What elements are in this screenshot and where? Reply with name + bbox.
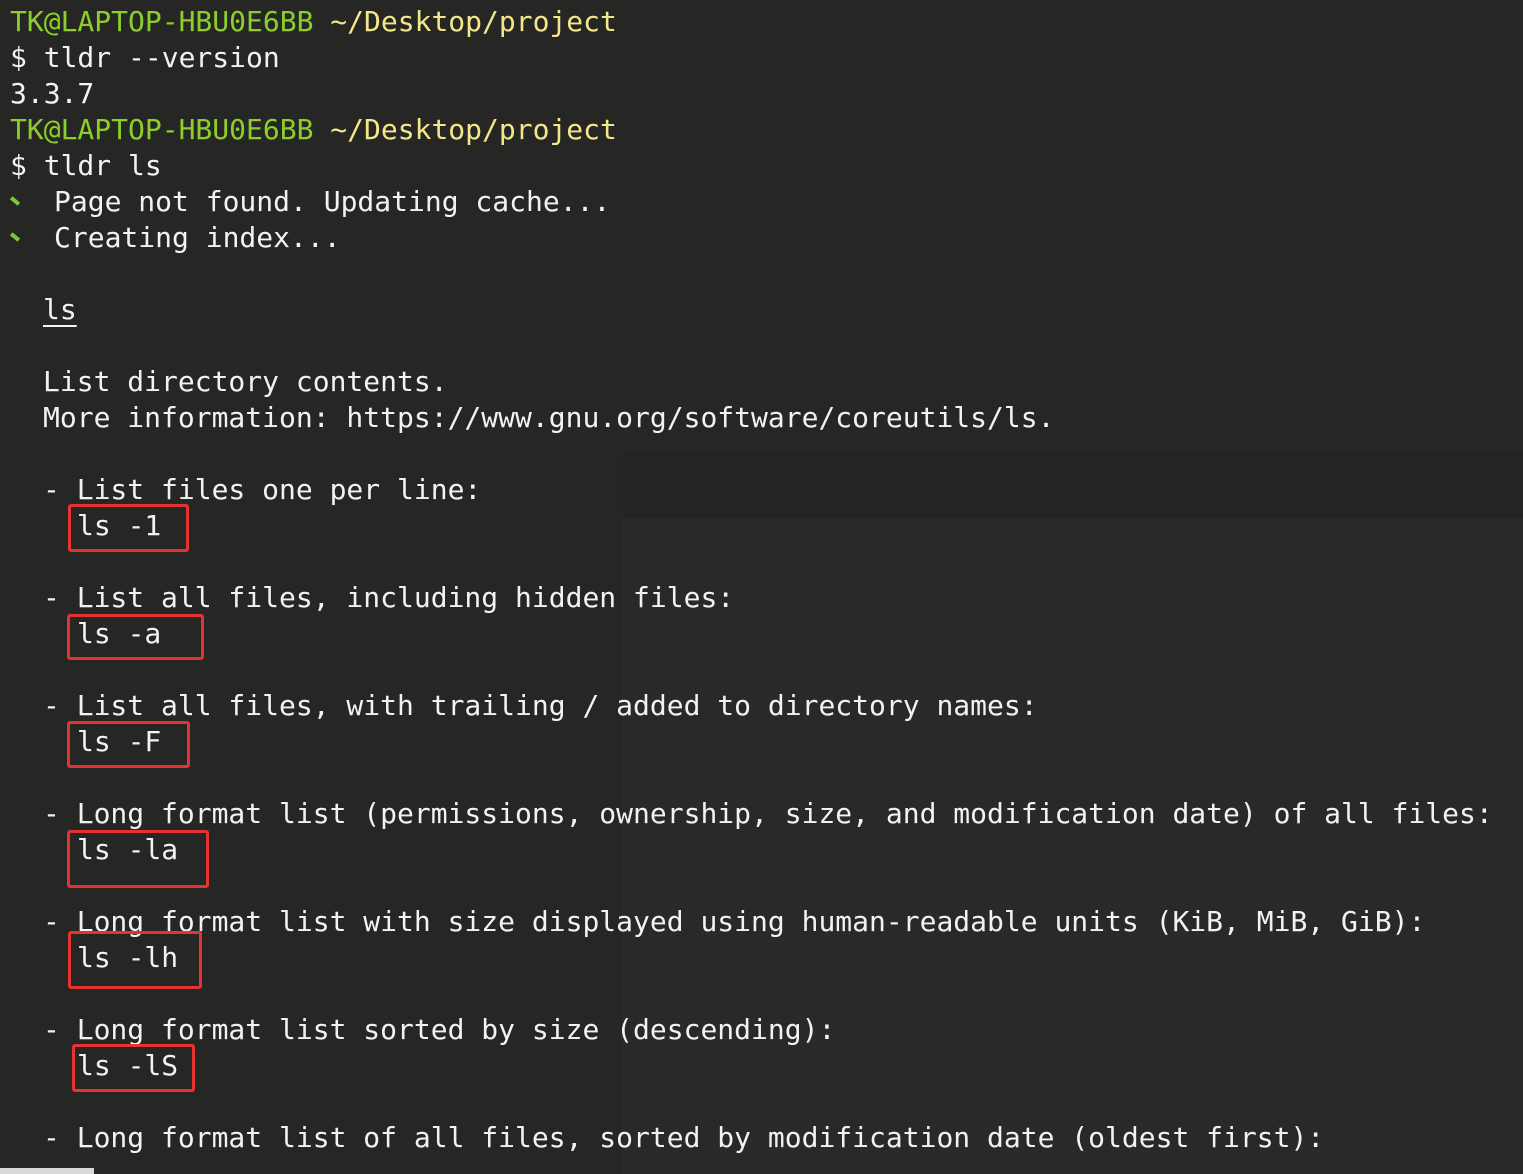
example-desc: - List all files, with trailing / added … xyxy=(43,689,1038,722)
example-desc: - Long format list (permissions, ownersh… xyxy=(43,797,1493,830)
status-text-2: Creating index... xyxy=(54,221,341,254)
command-version: $ tldr --version xyxy=(10,41,280,74)
spinner-icon xyxy=(9,196,21,206)
prompt-user: TK@LAPTOP-HBU0E6BB xyxy=(10,5,314,38)
status-line-2: Creating index... xyxy=(9,220,341,256)
example-desc: - Long format list with size displayed u… xyxy=(43,905,1426,938)
command-ls: $ tldr ls xyxy=(10,149,162,182)
example-command: ls -F xyxy=(77,725,162,758)
prompt-path: ~/Desktop/project xyxy=(330,113,617,146)
example-command: ls -a xyxy=(77,617,162,650)
horizontal-scrollbar[interactable] xyxy=(0,1168,94,1174)
spinner-icon xyxy=(9,232,21,242)
example-command: ls -lh xyxy=(77,941,179,974)
prompt-line-2: TK@LAPTOP-HBU0E6BB ~/Desktop/project xyxy=(10,112,617,148)
example-desc: - Long format list of all files, sorted … xyxy=(43,1121,1325,1154)
version-output: 3.3.7 xyxy=(10,77,95,110)
example-desc: - List files one per line: xyxy=(43,473,482,506)
prompt-user: TK@LAPTOP-HBU0E6BB xyxy=(10,113,314,146)
example-command: ls -la xyxy=(77,833,179,866)
example-command: ls -1 xyxy=(77,509,162,542)
example-desc: - List all files, including hidden files… xyxy=(43,581,735,614)
terminal-output: TK@LAPTOP-HBU0E6BB ~/Desktop/project $ t… xyxy=(9,0,1515,1174)
page-description: List directory contents. xyxy=(43,365,448,398)
prompt-line-1: TK@LAPTOP-HBU0E6BB ~/Desktop/project xyxy=(10,4,617,40)
prompt-path: ~/Desktop/project xyxy=(330,5,617,38)
status-line-1: Page not found. Updating cache... xyxy=(9,184,611,220)
status-text-1: Page not found. Updating cache... xyxy=(54,185,611,218)
example-command: ls -lS xyxy=(77,1049,179,1082)
page-more-info: More information: https://www.gnu.org/so… xyxy=(43,401,1055,434)
page-title: ls xyxy=(43,293,77,326)
example-desc: - Long format list sorted by size (desce… xyxy=(43,1013,836,1046)
